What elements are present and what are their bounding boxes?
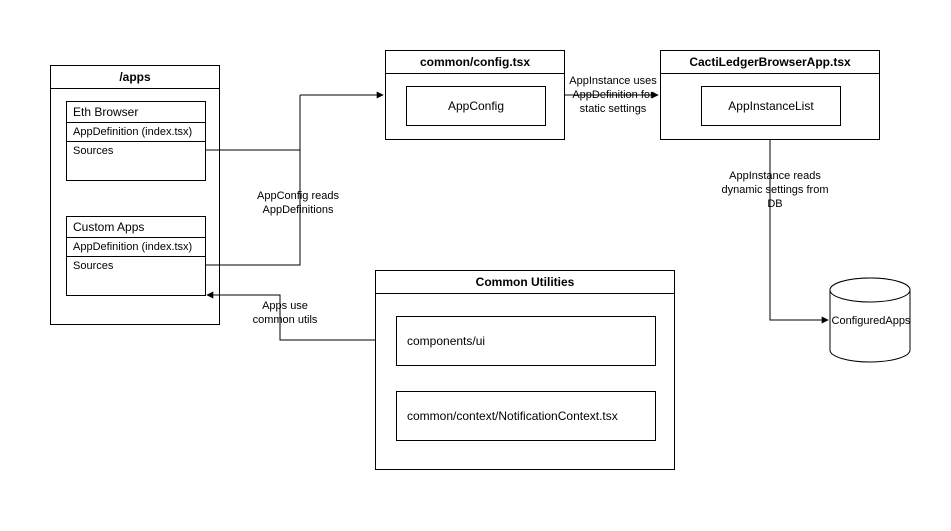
edge-app-to-db: AppInstance reads dynamic settings from … [720, 170, 830, 211]
connectors [0, 0, 951, 531]
edge-utils-to-apps: Apps use common utils [245, 300, 325, 328]
edge-apps-to-config: AppConfig reads AppDefinitions [238, 190, 358, 218]
edge-config-to-app: AppInstance uses AppDefinition for stati… [568, 75, 658, 116]
